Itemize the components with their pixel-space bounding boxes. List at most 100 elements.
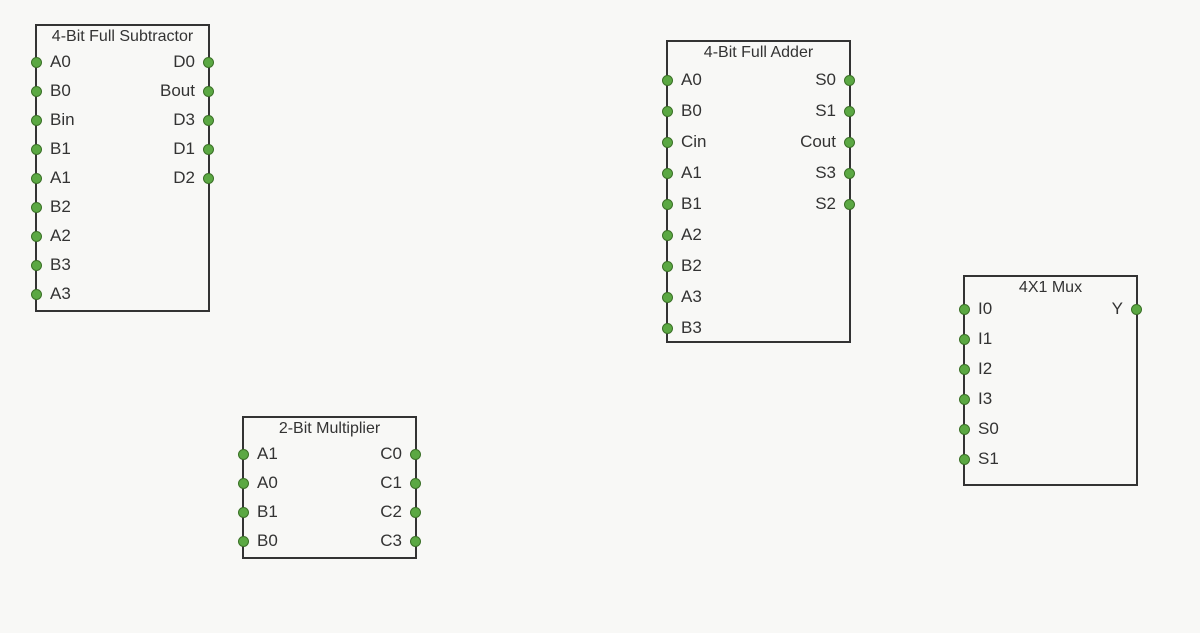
multiplier-input-pin[interactable]: B1 bbox=[238, 498, 278, 526]
adder-input-pin[interactable]: A0 bbox=[662, 66, 702, 94]
subtractor-input-pin[interactable]: A3 bbox=[31, 280, 71, 308]
pin-dot-icon[interactable] bbox=[959, 424, 970, 435]
pin-dot-icon[interactable] bbox=[662, 106, 673, 117]
subtractor-input-pin[interactable]: B3 bbox=[31, 251, 71, 279]
mux-input-pin[interactable]: I1 bbox=[959, 325, 992, 353]
pin-dot-icon[interactable] bbox=[31, 173, 42, 184]
adder-input-pin[interactable]: A3 bbox=[662, 283, 702, 311]
pin-dot-icon[interactable] bbox=[662, 137, 673, 148]
pin-dot-icon[interactable] bbox=[844, 106, 855, 117]
pin-label: B2 bbox=[681, 256, 702, 276]
pin-dot-icon[interactable] bbox=[31, 86, 42, 97]
subtractor-input-pin[interactable]: A1 bbox=[31, 164, 71, 192]
pin-dot-icon[interactable] bbox=[662, 323, 673, 334]
pin-label: D0 bbox=[173, 52, 195, 72]
adder-block[interactable]: 4-Bit Full Adder A0B0CinA1B1A2B2A3B3S0S1… bbox=[666, 40, 851, 343]
pin-label: S3 bbox=[815, 163, 836, 183]
pin-label: B3 bbox=[681, 318, 702, 338]
pin-dot-icon[interactable] bbox=[959, 394, 970, 405]
mux-block[interactable]: 4X1 Mux I0I1I2I3S0S1Y bbox=[963, 275, 1138, 486]
subtractor-output-pin[interactable]: D1 bbox=[173, 135, 214, 163]
pin-dot-icon[interactable] bbox=[844, 168, 855, 179]
subtractor-input-pin[interactable]: B0 bbox=[31, 77, 71, 105]
mux-input-pin[interactable]: S1 bbox=[959, 445, 999, 473]
subtractor-block[interactable]: 4-Bit Full Subtractor A0B0BinB1A1B2A2B3A… bbox=[35, 24, 210, 312]
pin-dot-icon[interactable] bbox=[662, 292, 673, 303]
pin-dot-icon[interactable] bbox=[662, 168, 673, 179]
pin-dot-icon[interactable] bbox=[31, 144, 42, 155]
mux-output-pin[interactable]: Y bbox=[1112, 295, 1142, 323]
pin-dot-icon[interactable] bbox=[662, 199, 673, 210]
pin-dot-icon[interactable] bbox=[238, 449, 249, 460]
subtractor-output-pin[interactable]: D3 bbox=[173, 106, 214, 134]
subtractor-input-pin[interactable]: A2 bbox=[31, 222, 71, 250]
pin-label: B2 bbox=[50, 197, 71, 217]
multiplier-output-pin[interactable]: C2 bbox=[380, 498, 421, 526]
pin-dot-icon[interactable] bbox=[844, 137, 855, 148]
pin-dot-icon[interactable] bbox=[31, 231, 42, 242]
pin-dot-icon[interactable] bbox=[238, 507, 249, 518]
pin-label: Cout bbox=[800, 132, 836, 152]
pin-dot-icon[interactable] bbox=[31, 115, 42, 126]
pin-dot-icon[interactable] bbox=[238, 536, 249, 547]
adder-input-pin[interactable]: A2 bbox=[662, 221, 702, 249]
pin-dot-icon[interactable] bbox=[959, 454, 970, 465]
pin-dot-icon[interactable] bbox=[662, 230, 673, 241]
adder-input-pin[interactable]: Cin bbox=[662, 128, 707, 156]
pin-dot-icon[interactable] bbox=[959, 334, 970, 345]
adder-output-pin[interactable]: S0 bbox=[815, 66, 855, 94]
pin-dot-icon[interactable] bbox=[203, 57, 214, 68]
adder-input-pin[interactable]: B0 bbox=[662, 97, 702, 125]
pin-dot-icon[interactable] bbox=[959, 364, 970, 375]
mux-input-pin[interactable]: I2 bbox=[959, 355, 992, 383]
pin-dot-icon[interactable] bbox=[203, 86, 214, 97]
pin-dot-icon[interactable] bbox=[410, 507, 421, 518]
pin-dot-icon[interactable] bbox=[844, 199, 855, 210]
adder-output-pin[interactable]: S3 bbox=[815, 159, 855, 187]
mux-input-pin[interactable]: I3 bbox=[959, 385, 992, 413]
multiplier-output-pin[interactable]: C3 bbox=[380, 527, 421, 555]
adder-input-pin[interactable]: B3 bbox=[662, 314, 702, 342]
pin-dot-icon[interactable] bbox=[662, 261, 673, 272]
pin-dot-icon[interactable] bbox=[410, 449, 421, 460]
multiplier-input-pin[interactable]: B0 bbox=[238, 527, 278, 555]
adder-output-pin[interactable]: Cout bbox=[800, 128, 855, 156]
pin-dot-icon[interactable] bbox=[203, 173, 214, 184]
subtractor-output-pin[interactable]: Bout bbox=[160, 77, 214, 105]
subtractor-input-pin[interactable]: Bin bbox=[31, 106, 75, 134]
pin-label: I3 bbox=[978, 389, 992, 409]
subtractor-input-pin[interactable]: B1 bbox=[31, 135, 71, 163]
pin-dot-icon[interactable] bbox=[203, 144, 214, 155]
pin-dot-icon[interactable] bbox=[1131, 304, 1142, 315]
subtractor-input-pin[interactable]: A0 bbox=[31, 48, 71, 76]
adder-input-pin[interactable]: B2 bbox=[662, 252, 702, 280]
multiplier-input-pin[interactable]: A1 bbox=[238, 440, 278, 468]
pin-dot-icon[interactable] bbox=[844, 75, 855, 86]
pin-dot-icon[interactable] bbox=[410, 478, 421, 489]
multiplier-input-pin[interactable]: A0 bbox=[238, 469, 278, 497]
subtractor-input-pin[interactable]: B2 bbox=[31, 193, 71, 221]
pin-dot-icon[interactable] bbox=[959, 304, 970, 315]
mux-input-pin[interactable]: I0 bbox=[959, 295, 992, 323]
subtractor-output-pin[interactable]: D2 bbox=[173, 164, 214, 192]
multiplier-block[interactable]: 2-Bit Multiplier A1A0B1B0C0C1C2C3 bbox=[242, 416, 417, 559]
pin-label: S2 bbox=[815, 194, 836, 214]
subtractor-output-pin[interactable]: D0 bbox=[173, 48, 214, 76]
pin-dot-icon[interactable] bbox=[31, 289, 42, 300]
pin-dot-icon[interactable] bbox=[31, 202, 42, 213]
pin-label: I1 bbox=[978, 329, 992, 349]
pin-dot-icon[interactable] bbox=[662, 75, 673, 86]
multiplier-output-pin[interactable]: C0 bbox=[380, 440, 421, 468]
pin-label: A3 bbox=[681, 287, 702, 307]
pin-dot-icon[interactable] bbox=[410, 536, 421, 547]
pin-dot-icon[interactable] bbox=[238, 478, 249, 489]
adder-input-pin[interactable]: A1 bbox=[662, 159, 702, 187]
pin-dot-icon[interactable] bbox=[31, 57, 42, 68]
adder-output-pin[interactable]: S2 bbox=[815, 190, 855, 218]
mux-input-pin[interactable]: S0 bbox=[959, 415, 999, 443]
multiplier-output-pin[interactable]: C1 bbox=[380, 469, 421, 497]
adder-input-pin[interactable]: B1 bbox=[662, 190, 702, 218]
adder-output-pin[interactable]: S1 bbox=[815, 97, 855, 125]
pin-dot-icon[interactable] bbox=[31, 260, 42, 271]
pin-dot-icon[interactable] bbox=[203, 115, 214, 126]
